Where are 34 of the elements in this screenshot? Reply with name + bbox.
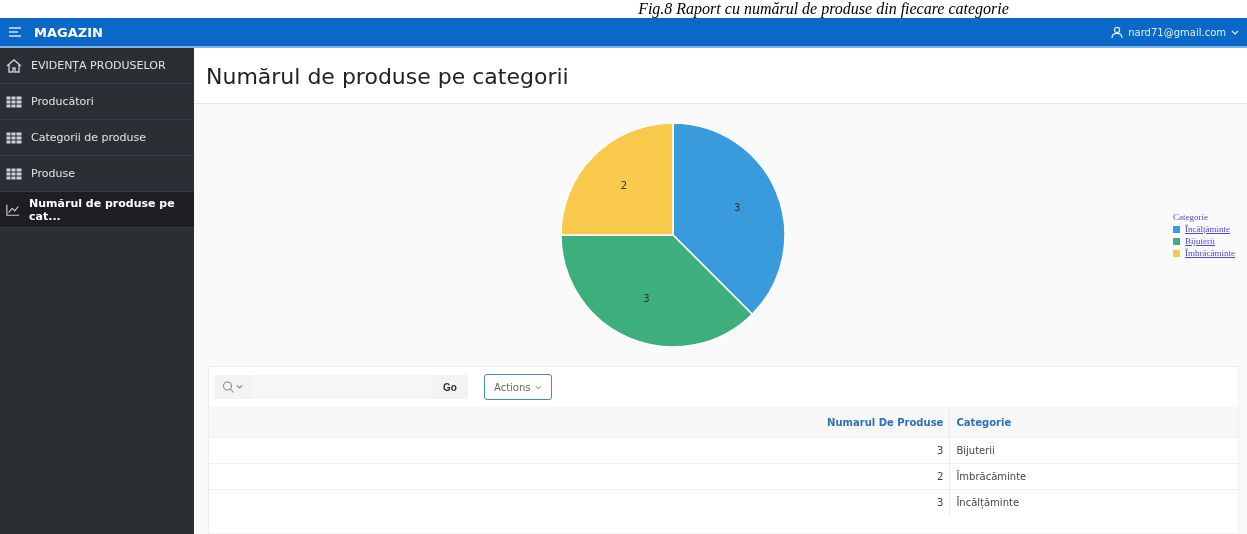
app-name: MAGAZIN bbox=[34, 24, 103, 40]
figure-caption: Fig.8 Raport cu numărul de produse din fiecare categorie bbox=[637, 0, 1010, 18]
table-cell: Bijuterii bbox=[949, 437, 1238, 464]
slice-value: 3 bbox=[643, 293, 650, 305]
caret-icon bbox=[534, 384, 542, 390]
table-icon bbox=[6, 95, 22, 108]
user-icon bbox=[1111, 26, 1124, 38]
page-title: Numărul de produse pe categorii bbox=[194, 48, 1247, 104]
table-icon bbox=[6, 167, 22, 180]
sidebar-item[interactable]: Numărul de produse pe cat... bbox=[0, 192, 194, 228]
home-icon bbox=[6, 58, 22, 73]
actions-button[interactable]: Actions bbox=[484, 374, 552, 400]
sidebar-item[interactable]: Producători bbox=[0, 84, 194, 120]
menu-icon[interactable] bbox=[8, 26, 22, 38]
sidebar-item[interactable]: Categorii de produse bbox=[0, 120, 194, 156]
legend-label[interactable]: Îmbrăcăminte bbox=[1185, 248, 1235, 258]
go-button[interactable]: Go bbox=[432, 380, 468, 394]
legend-title: Categorie bbox=[1173, 212, 1209, 222]
table-icon bbox=[6, 131, 22, 144]
legend-label[interactable]: Încălțăminte bbox=[1185, 224, 1230, 234]
table-cell: Îmbrăcăminte bbox=[949, 463, 1238, 490]
table-cell: Încălțăminte bbox=[949, 489, 1238, 515]
column-header[interactable]: Numarul De Produse bbox=[209, 407, 950, 438]
legend-label[interactable]: Bijuterii bbox=[1185, 236, 1215, 246]
table-cell: 2 bbox=[209, 463, 950, 490]
slice-value: 2 bbox=[620, 179, 628, 191]
table-cell: 3 bbox=[209, 437, 950, 464]
table-cell: 3 bbox=[209, 489, 950, 515]
slice-value: 3 bbox=[733, 202, 741, 214]
caret-icon bbox=[1231, 29, 1239, 35]
line-chart-icon bbox=[6, 202, 21, 217]
search-field[interactable]: Go bbox=[214, 375, 468, 399]
column-header[interactable]: Categorie bbox=[949, 407, 1238, 438]
user-menu[interactable]: nard71@gmail.com bbox=[1111, 26, 1239, 38]
